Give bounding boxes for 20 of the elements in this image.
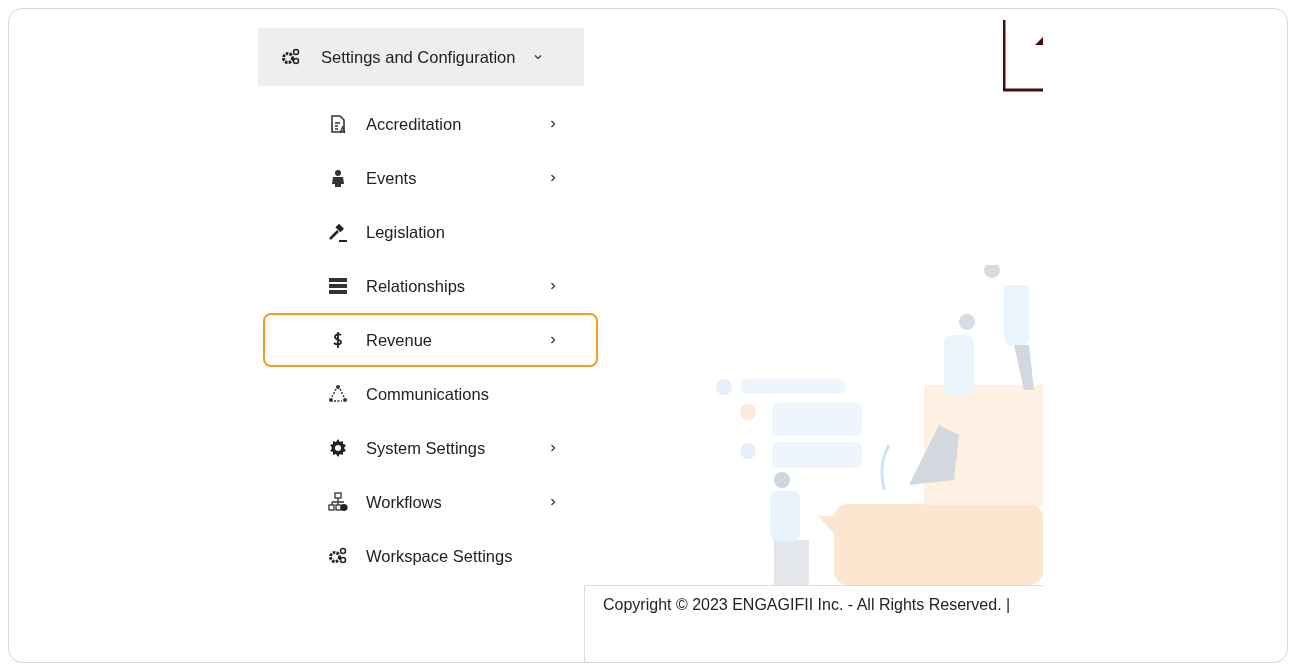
menu-item[interactable]: Communications — [263, 367, 598, 421]
hierarchy-icon — [328, 492, 348, 512]
document-icon — [328, 114, 348, 134]
menu-item[interactable]: Revenue — [263, 313, 598, 367]
copyright-text: Copyright © 2023 ENGAGIFII Inc. - All Rights Reserved. | — [603, 596, 1011, 613]
network-icon — [328, 384, 348, 404]
chevron-icon — [533, 52, 544, 62]
menu-item[interactable]: Workspace Settings — [263, 529, 598, 583]
gear-icon — [328, 438, 348, 458]
menu-item[interactable]: Events — [263, 151, 598, 205]
menu-item[interactable]: System Settings — [263, 421, 598, 475]
gears-icon — [281, 47, 301, 67]
menu-item[interactable]: Workflows — [263, 475, 598, 529]
settings-menu-header[interactable]: Settings and Configuration — [258, 28, 584, 86]
menu-item[interactable]: Relationships — [263, 259, 598, 313]
gavel-icon — [328, 222, 348, 242]
menu-item[interactable]: Legislation — [263, 205, 598, 259]
server-icon — [328, 276, 348, 296]
menu-item[interactable]: Accreditation — [263, 97, 598, 151]
gears-icon — [328, 546, 348, 566]
